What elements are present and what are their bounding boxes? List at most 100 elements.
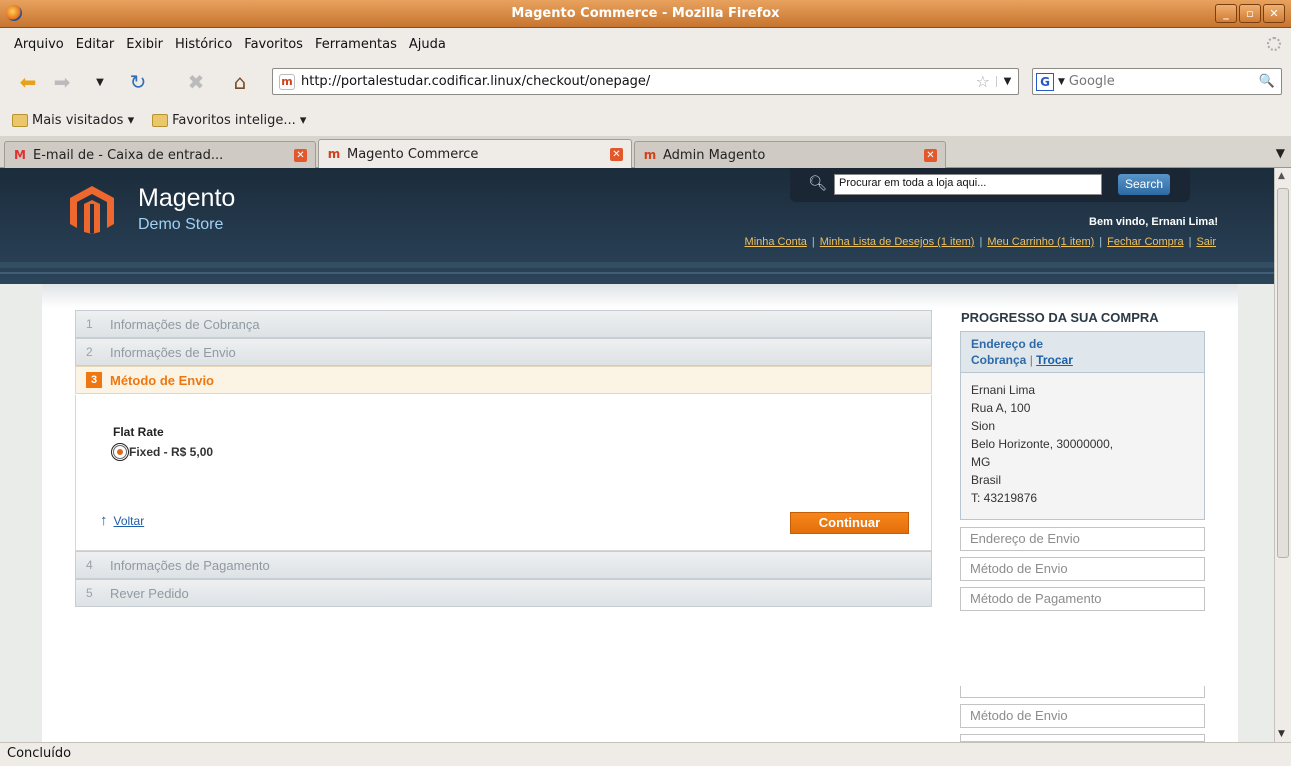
throbber-icon xyxy=(1267,37,1281,51)
shipping-radio[interactable] xyxy=(111,443,129,461)
menu-historico[interactable]: Histórico xyxy=(169,37,238,52)
menu-exibir[interactable]: Exibir xyxy=(120,37,169,52)
tab-email[interactable]: M E-mail de - Caixa de entrad... ✕ xyxy=(4,141,316,168)
progress-billing-block: Endereço de Cobrança | Trocar Ernani Lim… xyxy=(960,331,1205,520)
url-dropdown-icon[interactable]: ▼ xyxy=(996,76,1018,87)
window-titlebar: Magento Commerce - Mozilla Firefox _ ▫ ✕ xyxy=(0,0,1291,28)
step-payment-info[interactable]: 4 Informações de Pagamento xyxy=(75,551,932,579)
step-review[interactable]: 5 Rever Pedido xyxy=(75,579,932,607)
menu-editar[interactable]: Editar xyxy=(70,37,121,52)
step-number: 1 xyxy=(86,317,93,331)
stop-icon[interactable]: ✖ xyxy=(184,70,208,94)
tab-magento-commerce[interactable]: m Magento Commerce ✕ xyxy=(318,139,632,168)
shipping-group-title: Flat Rate xyxy=(113,425,164,439)
close-tab-icon[interactable]: ✕ xyxy=(294,148,307,162)
back-label[interactable]: Voltar xyxy=(114,514,145,528)
store-brand[interactable]: Magento xyxy=(138,184,235,213)
step-billing[interactable]: 1 Informações de Cobrança xyxy=(75,310,932,338)
store-subtitle: Demo Store xyxy=(138,216,224,233)
link-separator: | xyxy=(1099,236,1103,248)
home-icon[interactable]: ⌂ xyxy=(228,70,252,94)
progress-shipping-address: Endereço de Envio xyxy=(960,527,1205,551)
address-line: T: 43219876 xyxy=(971,491,1038,505)
step-number: 2 xyxy=(86,345,93,359)
magento-favicon-icon: m xyxy=(327,147,341,161)
scroll-down-icon[interactable]: ▼ xyxy=(1278,729,1285,739)
step-shipping-method[interactable]: 3 Método de Envio xyxy=(75,366,932,394)
billing-address: Ernani Lima Rua A, 100 Sion Belo Horizon… xyxy=(960,373,1205,520)
folder-icon xyxy=(152,113,169,127)
history-dropdown-icon[interactable]: ▼ xyxy=(88,70,112,94)
continue-button[interactable]: Continuar xyxy=(790,512,909,534)
menu-ajuda[interactable]: Ajuda xyxy=(403,37,452,52)
menu-ferramentas[interactable]: Ferramentas xyxy=(309,37,403,52)
tab-label: Magento Commerce xyxy=(347,146,479,162)
gmail-icon: M xyxy=(14,148,26,162)
minimize-button[interactable]: _ xyxy=(1215,4,1237,23)
address-line: Rua A, 100 xyxy=(971,401,1031,415)
shipping-option-label[interactable]: Fixed - R$ 5,00 xyxy=(129,445,213,459)
progress-shipping-method: Método de Envio xyxy=(960,557,1205,581)
address-line: Sion xyxy=(971,419,996,433)
search-icon: 🔍︎ xyxy=(808,174,828,192)
bookmark-mais-visitados[interactable]: Mais visitados ▾ xyxy=(12,113,134,128)
google-engine-icon[interactable]: G xyxy=(1036,72,1054,91)
step-label: Método de Envio xyxy=(110,372,214,388)
close-button[interactable]: ✕ xyxy=(1263,4,1285,23)
progress-shipping-method-repeat: Método de Envio xyxy=(960,704,1205,728)
account-links: Minha Conta | Minha Lista de Desejos (1 i… xyxy=(745,236,1216,248)
window-title: Magento Commerce - Mozilla Firefox xyxy=(511,6,780,21)
back-arrow-icon[interactable]: ⬅ xyxy=(16,70,40,94)
tab-admin-magento[interactable]: m Admin Magento ✕ xyxy=(634,141,946,168)
folder-icon xyxy=(12,113,28,127)
maximize-button[interactable]: ▫ xyxy=(1239,4,1261,23)
address-line: Belo Horizonte, 30000000, xyxy=(971,437,1114,451)
header-stripe xyxy=(0,272,1274,274)
scroll-up-icon[interactable]: ▲ xyxy=(1278,171,1285,181)
back-link[interactable]: ↑ Voltar xyxy=(100,512,144,529)
tab-list-icon[interactable]: ▼ xyxy=(1276,146,1285,160)
step-shipping-info[interactable]: 2 Informações de Envio xyxy=(75,338,932,366)
tab-label: E-mail de - Caixa de entrad... xyxy=(33,147,224,163)
step-label: Informações de Cobrança xyxy=(110,316,260,332)
reload-icon[interactable]: ↻ xyxy=(126,70,150,94)
store-search-button[interactable]: Search xyxy=(1118,174,1170,195)
step-label: Rever Pedido xyxy=(110,585,189,601)
change-billing-link[interactable]: Trocar xyxy=(1036,353,1073,367)
site-favicon-icon: m xyxy=(279,73,295,90)
link-sair[interactable]: Sair xyxy=(1196,236,1216,248)
bookmark-favoritos-inteligentes[interactable]: Favoritos intelige... ▾ xyxy=(152,113,306,128)
bookmark-label: Mais visitados ▾ xyxy=(32,112,135,128)
link-lista-desejos[interactable]: Minha Lista de Desejos (1 item) xyxy=(820,236,975,248)
magnifier-icon[interactable]: 🔍 xyxy=(1259,74,1275,89)
window-controls: _ ▫ ✕ xyxy=(1215,4,1285,23)
engine-dropdown-icon[interactable]: ▼ xyxy=(1058,77,1065,87)
progress-fragment xyxy=(960,734,1205,742)
bookmark-star-icon[interactable]: ☆ xyxy=(976,72,990,91)
browser-search-bar[interactable]: G ▼ 🔍 xyxy=(1032,68,1282,95)
close-tab-icon[interactable]: ✕ xyxy=(924,148,937,162)
browser-search-input[interactable] xyxy=(1068,74,1259,89)
forward-arrow-icon[interactable]: ➡ xyxy=(50,70,74,94)
shipping-option-fixed[interactable]: Fixed - R$ 5,00 xyxy=(111,443,213,461)
scrollbar-thumb[interactable] xyxy=(1277,188,1289,558)
tab-label: Admin Magento xyxy=(663,147,766,163)
menu-arquivo[interactable]: Arquivo xyxy=(8,37,70,52)
store-header: Magento Demo Store 🔍︎ Procurar em toda a… xyxy=(0,168,1274,284)
url-bar[interactable]: m http://portalestudar.codificar.linux/c… xyxy=(272,68,1019,95)
store-search-input[interactable]: Procurar em toda a loja aqui... xyxy=(834,174,1102,195)
step-label: Informações de Pagamento xyxy=(110,557,270,573)
url-text[interactable]: http://portalestudar.codificar.linux/che… xyxy=(301,74,976,89)
magento-logo-icon[interactable] xyxy=(70,186,114,234)
menu-favoritos[interactable]: Favoritos xyxy=(238,37,309,52)
link-meu-carrinho[interactable]: Meu Carrinho (1 item) xyxy=(987,236,1094,248)
link-fechar-compra[interactable]: Fechar Compra xyxy=(1107,236,1183,248)
vertical-scrollbar[interactable]: ▲ ▼ xyxy=(1274,168,1291,742)
link-minha-conta[interactable]: Minha Conta xyxy=(745,236,807,248)
bookmark-label: Favoritos intelige... ▾ xyxy=(172,112,307,128)
progress-billing-header: Endereço de Cobrança | Trocar xyxy=(960,331,1205,373)
step-number: 3 xyxy=(86,372,102,388)
progress-title: PROGRESSO DA SUA COMPRA xyxy=(961,310,1159,325)
address-line: Brasil xyxy=(971,473,1002,487)
close-tab-icon[interactable]: ✕ xyxy=(610,147,623,161)
